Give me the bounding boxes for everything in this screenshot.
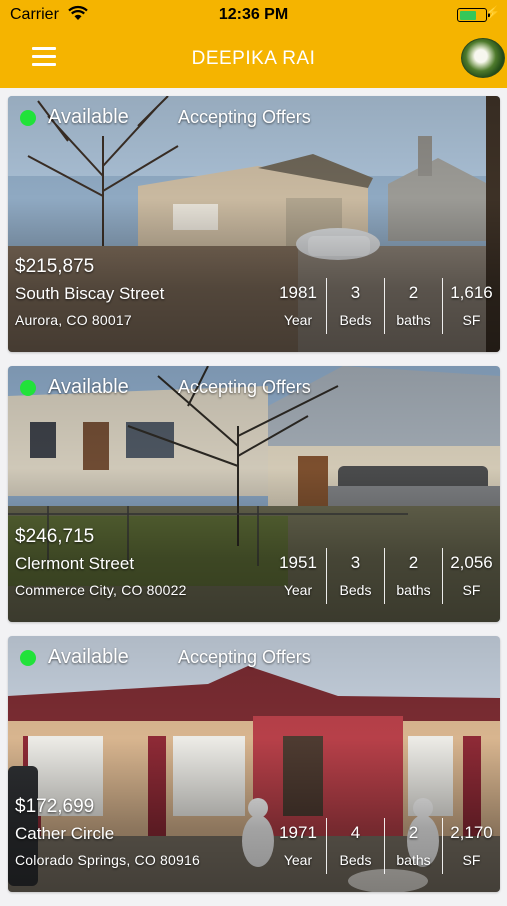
stat-sf: 2,056 SF (442, 548, 500, 604)
property-stats: 1951 Year 3 Beds 2 baths 2,056 SF (270, 548, 500, 604)
stat-sf: 2,170 SF (442, 818, 500, 874)
property-stats: 1971 Year 4 Beds 2 baths 2,170 SF (270, 818, 500, 874)
listing-card[interactable]: Available Accepting Offers $215,875 Sout… (8, 96, 500, 352)
battery-icon (457, 8, 490, 22)
status-bar: Carrier 12:36 PM ⚡ (0, 0, 507, 30)
nav-bar: DEEPIKA RAI (0, 30, 507, 88)
price: $172,699 (15, 796, 95, 817)
offers-label: Accepting Offers (178, 377, 311, 397)
offers-label: Accepting Offers (178, 647, 311, 667)
status-label: Available (48, 106, 129, 128)
available-dot-icon (20, 110, 36, 126)
street-address: Cather Circle (15, 824, 115, 843)
street-address: South Biscay Street (15, 284, 165, 303)
city-state-zip: Colorado Springs, CO 80916 (15, 852, 200, 868)
avatar[interactable] (461, 38, 505, 78)
street-address: Clermont Street (15, 554, 135, 573)
price: $246,715 (15, 526, 95, 547)
charging-icon: ⚡ (484, 5, 501, 20)
stat-beds: 3 Beds (326, 278, 384, 334)
offers-label: Accepting Offers (178, 107, 311, 127)
stat-beds: 3 Beds (326, 548, 384, 604)
city-state-zip: Commerce City, CO 80022 (15, 582, 187, 598)
stat-sf: 1,616 SF (442, 278, 500, 334)
available-dot-icon (20, 650, 36, 666)
stat-baths: 2 baths (384, 818, 442, 874)
available-dot-icon (20, 380, 36, 396)
listing-card[interactable]: Available Accepting Offers $172,699 Cath… (8, 636, 500, 892)
status-label: Available (48, 376, 129, 398)
listing-card[interactable]: Available Accepting Offers $246,715 Cler… (8, 366, 500, 622)
page-title: DEEPIKA RAI (191, 48, 316, 69)
stat-year: 1981 Year (279, 283, 317, 328)
city-state-zip: Aurora, CO 80017 (15, 312, 132, 328)
stat-baths: 2 baths (384, 278, 442, 334)
property-stats: 1981 Year 3 Beds 2 baths 1,616 SF (270, 278, 500, 334)
stat-beds: 4 Beds (326, 818, 384, 874)
status-label: Available (48, 646, 129, 668)
listing-list: Available Accepting Offers $215,875 Sout… (8, 96, 500, 906)
stat-baths: 2 baths (384, 548, 442, 604)
price: $215,875 (15, 256, 95, 277)
stat-year: 1971 Year (279, 823, 317, 868)
clock: 12:36 PM (218, 6, 289, 23)
stat-year: 1951 Year (279, 553, 317, 598)
